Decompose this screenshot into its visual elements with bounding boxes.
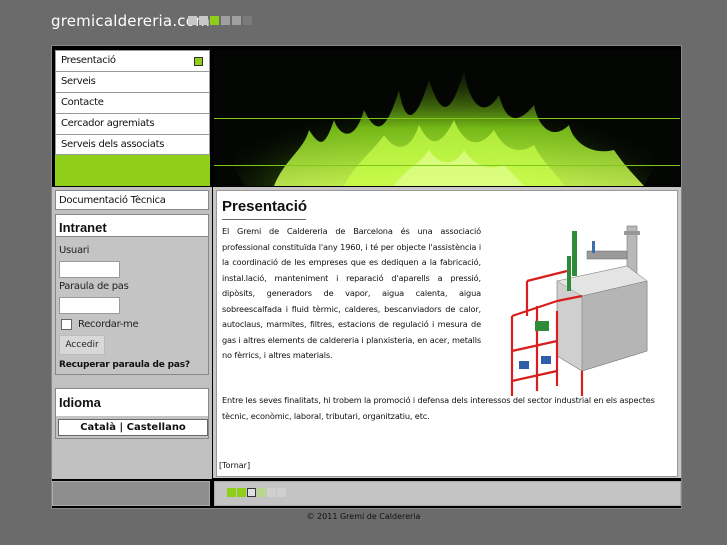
lang-separator: | (115, 422, 127, 433)
footer-decoration (227, 488, 286, 497)
nav-item-label: Serveis (61, 76, 96, 87)
intranet-panel: Intranet Usuari Paraula de pas Recordar-… (55, 214, 209, 375)
login-button[interactable]: Accedir (59, 335, 105, 355)
page-title: Presentació (222, 198, 308, 215)
content-footer (214, 481, 681, 506)
nav-item-presentacio[interactable]: Presentació (55, 50, 210, 71)
password-input[interactable] (59, 297, 120, 314)
nav-accent-block (55, 155, 210, 186)
remember-label: Recordar-me (78, 319, 139, 330)
main-content: Presentació El Gremi de Caldereria de Ba… (216, 190, 678, 477)
intranet-title: Intranet (56, 215, 208, 237)
deco-square (267, 488, 276, 497)
site-title: gremicaldereria.com (51, 12, 210, 30)
deco-square (227, 488, 236, 497)
nav-item-cercador[interactable]: Cercador agremiats (55, 113, 210, 134)
copyright-text: © 2011 Gremi de Caldereria (306, 512, 421, 521)
remember-checkbox[interactable] (61, 319, 72, 330)
nav-item-label: Cercador agremiats (61, 118, 155, 129)
deco-square (232, 16, 241, 25)
language-title: Idioma (56, 389, 208, 416)
nav-item-serveis[interactable]: Serveis (55, 71, 210, 92)
deco-square (247, 488, 256, 497)
deco-square (243, 16, 252, 25)
nav-item-label: Presentació (61, 55, 116, 66)
nav-item-serveis-associats[interactable]: Serveis dels associats (55, 134, 210, 155)
active-bullet-icon (194, 57, 203, 66)
deco-square (210, 16, 219, 25)
secondary-paragraph: Entre les seves finalitats, hi trobem la… (222, 395, 655, 421)
password-label: Paraula de pas (59, 281, 129, 292)
deco-square (237, 488, 246, 497)
recover-password-link[interactable]: Recuperar paraula de pas? (59, 360, 190, 370)
nav-item-contacte[interactable]: Contacte (55, 92, 210, 113)
lang-castellano-link[interactable]: Castellano (127, 422, 186, 433)
lang-catala-link[interactable]: Català (80, 422, 116, 433)
main-nav: Presentació Serveis Contacte Cercador ag… (55, 50, 210, 155)
sidebar-footer (52, 481, 210, 506)
deco-square (257, 488, 266, 497)
title-underline (222, 219, 306, 220)
deco-square (188, 16, 197, 25)
deco-square (277, 488, 286, 497)
nav-item-label: Serveis dels associats (61, 139, 165, 150)
language-options: Català | Castellano (58, 419, 208, 436)
title-decoration (188, 16, 252, 25)
deco-square (199, 16, 208, 25)
nav-item-label: Contacte (61, 97, 104, 108)
intro-paragraph: El Gremi de Caldereria de Barcelona és u… (222, 226, 481, 360)
user-input[interactable] (59, 261, 120, 278)
deco-square (221, 16, 230, 25)
banner-line (214, 165, 680, 166)
back-link[interactable]: [Tornar] (219, 461, 250, 470)
doc-tecnica-link[interactable]: Documentació Tècnica (55, 190, 209, 210)
user-label: Usuari (59, 245, 90, 256)
boiler-plant-illustration (497, 221, 657, 406)
language-panel: Idioma Català | Castellano (55, 388, 209, 439)
banner-line (214, 118, 680, 119)
flame-banner (214, 50, 680, 186)
